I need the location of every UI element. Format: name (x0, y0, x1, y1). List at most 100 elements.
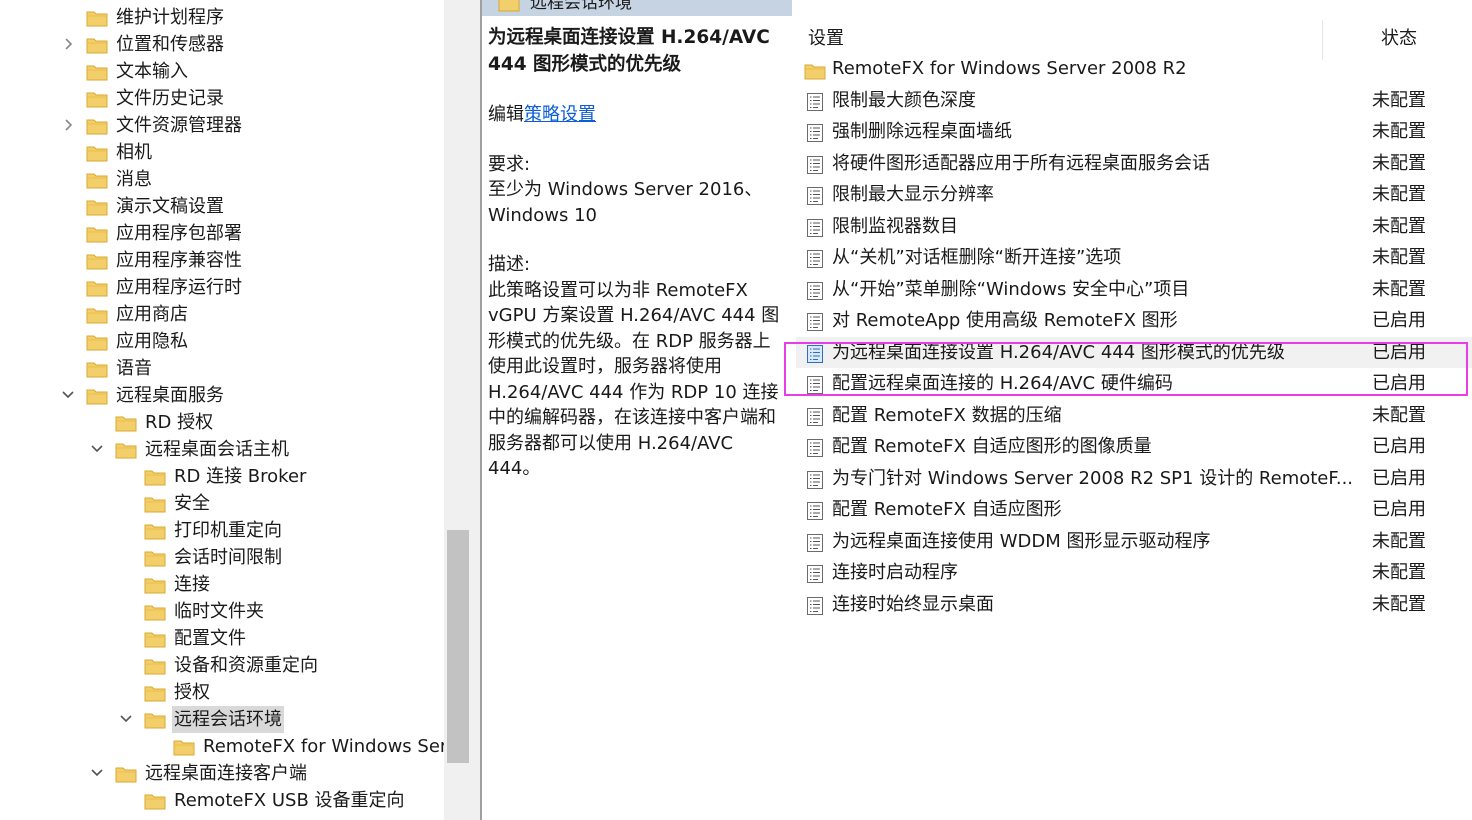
tree-item[interactable]: 文件资源管理器 (0, 112, 444, 139)
policy-row[interactable]: 从“关机”对话框删除“断开连接”选项 未配置 (796, 242, 1472, 273)
tree-item[interactable]: 演示文稿设置 (0, 193, 444, 220)
policy-row[interactable]: 限制最大颜色深度 未配置 (796, 85, 1472, 116)
list-folder-row[interactable]: RemoteFX for Windows Server 2008 R2 (796, 53, 1472, 84)
chevron-right-icon[interactable] (60, 112, 76, 139)
policy-row[interactable]: 为专门针对 Windows Server 2008 R2 SP1 设计的 Rem… (796, 463, 1472, 494)
tree-item-label: 授权 (174, 682, 210, 703)
tree-item[interactable]: 远程桌面服务 (0, 382, 444, 409)
policy-row[interactable]: 将硬件图形适配器应用于所有远程桌面服务会话 未配置 (796, 148, 1472, 179)
settings-list[interactable]: 设置 状态 RemoteFX for Windows Server 2008 R… (796, 16, 1472, 820)
tree-item-label: 应用商店 (116, 304, 188, 325)
tree-item[interactable]: RD 授权 (0, 409, 444, 436)
tree-item[interactable]: 文本输入 (0, 58, 444, 85)
tree-item[interactable]: 授权 (0, 679, 444, 706)
policy-name: 限制监视器数目 (832, 215, 958, 237)
policy-row[interactable]: 连接时始终显示桌面 未配置 (796, 589, 1472, 620)
chevron-down-icon[interactable] (60, 382, 76, 409)
tree-item[interactable]: 远程桌面会话主机 (0, 436, 444, 463)
edit-policy-link[interactable]: 策略设置 (524, 104, 596, 125)
policy-row[interactable]: 为远程桌面连接设置 H.264/AVC 444 图形模式的优先级 已启用 (796, 336, 1472, 368)
policy-icon (806, 343, 824, 363)
policy-row[interactable]: 配置 RemoteFX 自适应图形的图像质量 已启用 (796, 431, 1472, 462)
policy-name: 连接时启动程序 (832, 562, 958, 583)
policy-row[interactable]: 连接时启动程序 未配置 (796, 557, 1472, 588)
tree-item-label: 消息 (116, 169, 152, 190)
policy-row[interactable]: 为远程桌面连接使用 WDDM 图形显示驱动程序 未配置 (796, 526, 1472, 557)
policy-state: 已启用 (1372, 341, 1426, 363)
tree-item[interactable]: 应用商店 (0, 301, 444, 328)
tree-item-label: RemoteFX for Windows Serve (203, 736, 444, 757)
chevron-down-icon[interactable] (89, 436, 105, 463)
tree-item-label: 文本输入 (116, 61, 188, 82)
tree-item[interactable]: 设备和资源重定向 (0, 652, 444, 679)
tree-item[interactable]: 配置文件 (0, 625, 444, 652)
folder-icon (173, 737, 195, 756)
folder-icon (144, 548, 166, 567)
folder-icon (144, 494, 166, 513)
tree-item[interactable]: 应用程序兼容性 (0, 247, 444, 274)
column-header-state[interactable]: 状态 (1381, 24, 1417, 50)
folder-icon (86, 143, 108, 162)
tree-item[interactable]: 语音 (0, 355, 444, 382)
policy-name: 配置 RemoteFX 自适应图形 (832, 499, 1062, 520)
tree-item[interactable]: 远程桌面连接客户端 (0, 760, 444, 787)
tree-item[interactable]: RD 连接 Broker (0, 463, 444, 490)
folder-icon (86, 89, 108, 108)
chevron-right-icon[interactable] (60, 31, 76, 58)
tree-item[interactable]: 维护计划程序 (0, 4, 444, 31)
tree-item[interactable]: 应用程序包部署 (0, 220, 444, 247)
tree-item-label: 临时文件夹 (174, 601, 264, 622)
pane-splitter[interactable] (470, 0, 482, 820)
folder-icon (86, 305, 108, 324)
tree-item[interactable]: 应用隐私 (0, 328, 444, 355)
policy-row[interactable]: 配置 RemoteFX 自适应图形 已启用 (796, 494, 1472, 525)
folder-icon (144, 575, 166, 594)
tree-item[interactable]: 位置和传感器 (0, 31, 444, 58)
folder-icon (144, 791, 166, 810)
folder-icon (86, 62, 108, 81)
tree-item[interactable]: 远程会话环境 (0, 706, 444, 733)
policy-row[interactable]: 从“开始”菜单删除“Windows 安全中心”项目 未配置 (796, 274, 1472, 305)
tree-item[interactable]: 应用程序运行时 (0, 274, 444, 301)
tree-item[interactable]: RemoteFX USB 设备重定向 (0, 787, 444, 814)
policy-name: 为专门针对 Windows Server 2008 R2 SP1 设计的 Rem… (832, 467, 1354, 489)
folder-icon (115, 764, 137, 783)
folder-icon (86, 116, 108, 135)
tree-item-label: RemoteFX USB 设备重定向 (174, 790, 405, 811)
tree-item[interactable]: 打印机重定向 (0, 517, 444, 544)
policy-name: 连接时始终显示桌面 (832, 593, 994, 615)
tree-item[interactable]: 连接 (0, 571, 444, 598)
policy-row[interactable]: 限制最大显示分辨率 未配置 (796, 179, 1472, 210)
policy-row[interactable]: 限制监视器数目 未配置 (796, 211, 1472, 242)
tree-item-label: 远程会话环境 (172, 706, 284, 733)
policy-row[interactable]: 强制删除远程桌面墙纸 未配置 (796, 116, 1472, 147)
policy-row[interactable]: 配置 RemoteFX 数据的压缩 未配置 (796, 400, 1472, 431)
tree-item[interactable]: 消息 (0, 166, 444, 193)
policy-state: 未配置 (1372, 89, 1426, 111)
tree-item[interactable]: 会话时间限制 (0, 544, 444, 571)
tree-item-label: 会话时间限制 (174, 547, 282, 568)
tree-scrollbar-thumb[interactable] (447, 530, 469, 763)
tree-item[interactable]: RemoteFX for Windows Serve (0, 733, 444, 760)
navigation-tree[interactable]: 维护计划程序 位置和传感器 文本输入 文件历史记录 文件资源管理器 相机 消息 演示文稿设置应… (0, 0, 444, 820)
tree-item[interactable]: 安全 (0, 490, 444, 517)
tree-item-label: 应用程序运行时 (116, 277, 242, 298)
tree-item[interactable]: 相机 (0, 139, 444, 166)
tree-item[interactable]: 文件历史记录 (0, 85, 444, 112)
policy-state: 未配置 (1372, 184, 1426, 205)
chevron-down-icon[interactable] (89, 760, 105, 787)
column-header-setting[interactable]: 设置 (808, 24, 844, 50)
policy-icon (806, 437, 824, 457)
policy-name: 配置 RemoteFX 数据的压缩 (832, 404, 1062, 426)
policy-row[interactable]: 对 RemoteApp 使用高级 RemoteFX 图形 已启用 (796, 305, 1472, 336)
policy-icon (806, 280, 824, 300)
chevron-down-icon[interactable] (118, 706, 134, 733)
folder-icon (144, 467, 166, 486)
requirements-text: 至少为 Windows Server 2016、Windows 10 (488, 179, 763, 226)
policy-state: 已启用 (1372, 436, 1426, 457)
policy-icon (806, 469, 824, 489)
description-text: 此策略设置可以为非 RemoteFX vGPU 方案设置 H.264/AVC 4… (488, 279, 780, 480)
policy-row[interactable]: 配置远程桌面连接的 H.264/AVC 硬件编码 已启用 (796, 368, 1472, 399)
policy-state: 未配置 (1372, 215, 1426, 237)
tree-item[interactable]: 临时文件夹 (0, 598, 444, 625)
